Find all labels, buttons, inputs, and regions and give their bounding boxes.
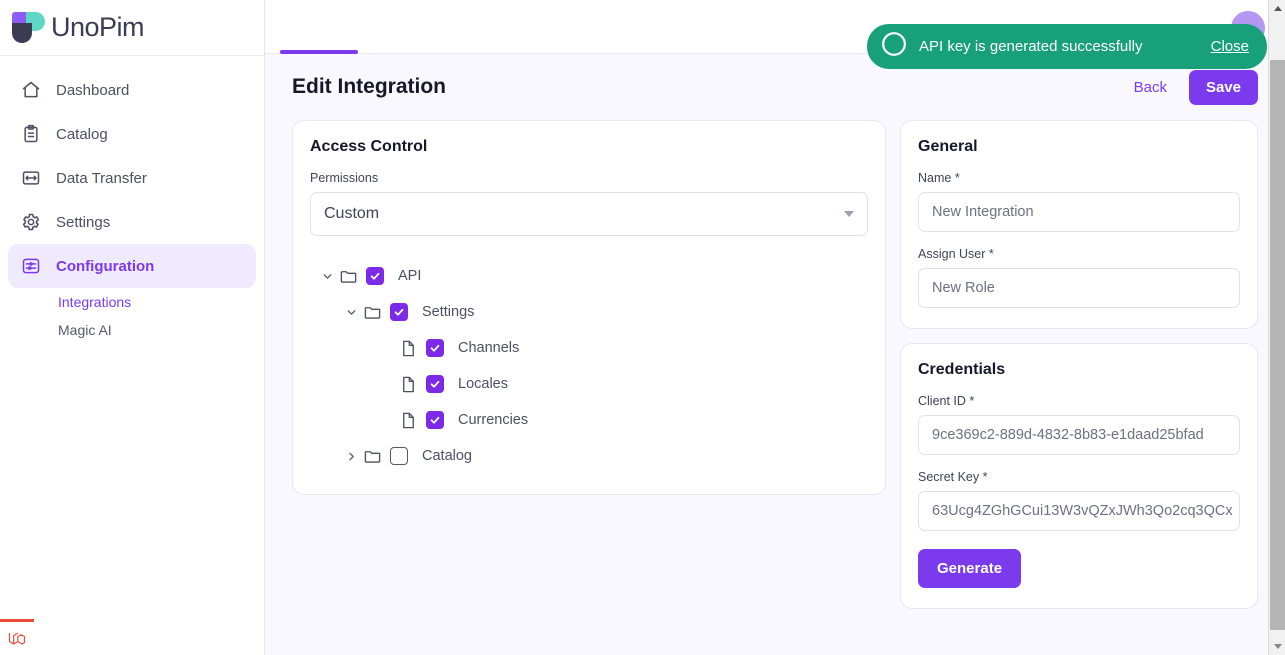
sidebar-item-configuration[interactable]: Configuration xyxy=(8,244,256,288)
sidebar-item-settings[interactable]: Settings xyxy=(8,200,256,244)
content-area: Access Control Permissions Custom xyxy=(265,120,1285,623)
tree-row[interactable]: Channels xyxy=(310,330,868,366)
sidebar: UnoPim Dashboard Catalog Data Transfer xyxy=(0,0,265,655)
sidebar-item-label: Settings xyxy=(56,214,110,231)
tree-node-label: API xyxy=(398,268,421,284)
secret-key-input[interactable]: 63Ucg4ZGhGCui13W3vQZxJWh3Qo2cq3QCx xyxy=(918,491,1240,531)
chevron-down-icon[interactable] xyxy=(318,270,336,283)
sidebar-subitem-label: Integrations xyxy=(58,294,131,310)
tree-row[interactable]: Currencies xyxy=(310,402,868,438)
name-input[interactable]: New Integration xyxy=(918,192,1240,232)
tree-checkbox[interactable] xyxy=(390,447,408,465)
credentials-card: Credentials Client ID * 9ce369c2-889d-48… xyxy=(900,343,1258,609)
credentials-title: Credentials xyxy=(918,361,1240,379)
app-root: UnoPim Dashboard Catalog Data Transfer xyxy=(0,0,1285,655)
sidebar-item-catalog[interactable]: Catalog xyxy=(8,112,256,156)
gear-icon xyxy=(20,211,42,233)
sidebar-subitem-integrations[interactable]: Integrations xyxy=(8,288,256,316)
secret-key-field-group: Secret Key * 63Ucg4ZGhGCui13W3vQZxJWh3Qo… xyxy=(918,470,1240,531)
folder-icon xyxy=(360,447,384,466)
unopim-logo-icon xyxy=(12,12,45,43)
chevron-right-icon[interactable] xyxy=(342,450,360,463)
client-id-label: Client ID * xyxy=(918,394,1240,408)
assign-user-label: Assign User * xyxy=(918,247,1240,261)
sliders-icon xyxy=(20,255,42,277)
tree-row[interactable]: Catalog xyxy=(310,438,868,474)
tree-row[interactable]: API xyxy=(310,258,868,294)
folder-icon xyxy=(360,303,384,322)
folder-icon xyxy=(336,267,360,286)
home-icon xyxy=(20,79,42,101)
general-card: General Name * New Integration Assign Us… xyxy=(900,120,1258,329)
active-tab-indicator xyxy=(280,50,358,54)
scrollbar-thumb[interactable] xyxy=(1270,60,1285,630)
tree-node-label: Locales xyxy=(458,376,508,392)
right-column: General Name * New Integration Assign Us… xyxy=(900,120,1258,623)
permissions-select[interactable]: Custom xyxy=(310,192,868,236)
tree-row[interactable]: Settings xyxy=(310,294,868,330)
permissions-select-value: Custom xyxy=(310,192,868,236)
sidebar-item-label: Configuration xyxy=(56,258,154,275)
page-title: Edit Integration xyxy=(292,75,1134,99)
tree-checkbox[interactable] xyxy=(426,411,444,429)
tree-row[interactable]: Locales xyxy=(310,366,868,402)
clipboard-icon xyxy=(20,123,42,145)
tree-node-label: Currencies xyxy=(458,412,528,428)
sidebar-item-label: Catalog xyxy=(56,126,108,143)
chevron-down-icon[interactable] xyxy=(342,306,360,319)
sidebar-subitem-magic-ai[interactable]: Magic AI xyxy=(8,316,256,344)
client-id-field-group: Client ID * 9ce369c2-889d-4832-8b83-e1da… xyxy=(918,394,1240,455)
assign-user-field-group: Assign User * New Role xyxy=(918,247,1240,308)
toast-message: API key is generated successfully xyxy=(919,38,1199,55)
toast-close-button[interactable]: Close xyxy=(1211,38,1249,55)
sidebar-item-dashboard[interactable]: Dashboard xyxy=(8,68,256,112)
access-control-title: Access Control xyxy=(310,138,868,156)
tree-checkbox[interactable] xyxy=(366,267,384,285)
sidebar-item-label: Data Transfer xyxy=(56,170,147,187)
scroll-up-arrow[interactable] xyxy=(1269,0,1285,17)
sidebar-nav: Dashboard Catalog Data Transfer Settings xyxy=(0,56,264,344)
data-transfer-icon xyxy=(20,167,42,189)
sidebar-item-data-transfer[interactable]: Data Transfer xyxy=(8,156,256,200)
main-area: API key is generated successfully Close … xyxy=(265,0,1285,655)
toast-notification: API key is generated successfully Close xyxy=(867,24,1267,69)
sidebar-subitem-label: Magic AI xyxy=(58,322,112,338)
scroll-down-arrow[interactable] xyxy=(1269,638,1285,655)
sidebar-item-label: Dashboard xyxy=(56,82,129,99)
tree-node-label: Catalog xyxy=(422,448,472,464)
client-id-input[interactable]: 9ce369c2-889d-4832-8b83-e1daad25bfad xyxy=(918,415,1240,455)
tree-checkbox[interactable] xyxy=(390,303,408,321)
secret-key-label: Secret Key * xyxy=(918,470,1240,484)
tree-node-label: Channels xyxy=(458,340,519,356)
file-icon xyxy=(396,339,420,358)
tree-node-label: Settings xyxy=(422,304,474,320)
name-label: Name * xyxy=(918,171,1240,185)
left-column: Access Control Permissions Custom xyxy=(292,120,886,509)
file-icon xyxy=(396,375,420,394)
check-circle-icon xyxy=(881,31,907,62)
tree-checkbox[interactable] xyxy=(426,339,444,357)
general-title: General xyxy=(918,138,1240,156)
permissions-label: Permissions xyxy=(310,171,868,185)
tree-checkbox[interactable] xyxy=(426,375,444,393)
permissions-tree: API Settings xyxy=(310,258,868,474)
file-icon xyxy=(396,411,420,430)
brand-logo[interactable]: UnoPim xyxy=(0,0,264,56)
save-button[interactable]: Save xyxy=(1189,70,1258,105)
vertical-scrollbar[interactable] xyxy=(1268,0,1285,655)
generate-button[interactable]: Generate xyxy=(918,549,1021,588)
brand-name: UnoPim xyxy=(51,12,144,43)
laravel-debugbar-icon[interactable] xyxy=(0,619,34,655)
assign-user-input[interactable]: New Role xyxy=(918,268,1240,308)
back-button[interactable]: Back xyxy=(1134,79,1167,96)
name-field-group: Name * New Integration xyxy=(918,171,1240,232)
access-control-card: Access Control Permissions Custom xyxy=(292,120,886,495)
chevron-down-icon xyxy=(844,211,854,217)
